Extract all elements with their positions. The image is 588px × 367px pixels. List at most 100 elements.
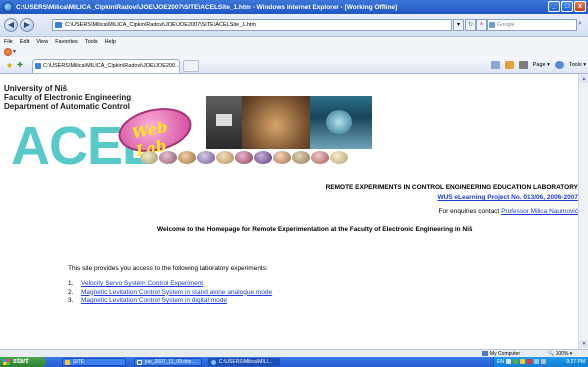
scroll-up-icon[interactable]: ▲ [580, 75, 588, 83]
clock: 9:27 PM [566, 359, 585, 365]
home-icon[interactable] [490, 61, 500, 69]
university-name: University of Niš [4, 84, 68, 93]
welcome-heading: Welcome to the Homepage for Remote Exper… [157, 226, 473, 233]
stone-image [140, 150, 158, 164]
experiment-link-velocity-servo[interactable]: Velocity Servo System Control Experiment [81, 280, 203, 287]
toolbar-addon-icon[interactable] [4, 48, 12, 56]
system-tray: EN 9:27 PM [493, 357, 588, 367]
feeds-icon[interactable] [504, 61, 514, 69]
close-button[interactable]: x [574, 1, 586, 12]
forward-button[interactable]: ▶ [20, 18, 34, 32]
taskbar-item-label: C:\USERS\Milica\MILI... [219, 359, 273, 365]
stone-image [216, 150, 234, 164]
menu-view[interactable]: View [36, 39, 48, 45]
stone-image [197, 150, 215, 164]
minimize-button[interactable]: _ [548, 1, 560, 12]
search-button[interactable]: ⌕ [578, 19, 588, 31]
menu-file[interactable]: File [4, 39, 13, 45]
chevron-down-icon: ▾ [456, 22, 460, 28]
experiment-link-maglev-digital[interactable]: Magnetic Levitation Control System in di… [81, 297, 227, 304]
refresh-button[interactable]: ↻ [465, 19, 476, 31]
folder-icon [65, 360, 70, 365]
taskbar-item-ie[interactable]: C:\USERS\Milica\MILI... [208, 358, 280, 366]
lab-photo-equipment [206, 96, 242, 149]
page-content: University of Niš Faculty of Electronic … [0, 74, 578, 349]
print-icon[interactable] [518, 61, 528, 69]
forward-arrow-icon: ▶ [23, 20, 31, 29]
taskbar-item-word-doc[interactable]: joe_2007_11_09.doc... [134, 358, 202, 366]
page-icon [35, 63, 41, 69]
wus-project-link[interactable]: WUS eLearning Project No. 013/06, 2006-2… [437, 194, 578, 201]
menu-tools[interactable]: Tools [85, 39, 98, 45]
back-button[interactable]: ◀ [4, 18, 18, 32]
lab-photo-motor [310, 96, 372, 149]
professor-contact-link[interactable]: Professor Milica Naumović [501, 208, 578, 215]
list-item: 1. Velocity Servo System Control Experime… [68, 280, 272, 289]
taskbar-item-site[interactable]: SITE [62, 358, 126, 366]
experiment-link-maglev-analogue[interactable]: Magnetic Levitation Control System in st… [81, 289, 272, 296]
experiment-list: 1. Velocity Servo System Control Experime… [68, 280, 272, 306]
stone-image [311, 150, 329, 164]
start-button[interactable]: start [0, 357, 46, 367]
command-bar: Page ▾ Tools ▾ [490, 61, 586, 69]
internet-explorer-icon [211, 360, 216, 365]
favorites-star-icon[interactable]: ★ [6, 61, 13, 70]
tray-icon[interactable] [506, 359, 511, 364]
tray-icon[interactable] [513, 359, 518, 364]
tray-icon[interactable] [527, 359, 532, 364]
search-icon: ⌕ [578, 20, 582, 27]
window-title-bar[interactable]: C:\USERS\Milica\MILICA_Cipkin\Radovi\JOE… [0, 0, 588, 14]
tools-menu-button[interactable]: Tools ▾ [569, 62, 586, 68]
stone-image [330, 150, 348, 164]
list-number: 1. [68, 280, 74, 287]
list-item: 3. Magnetic Levitation Control System in … [68, 297, 272, 306]
scroll-down-icon[interactable]: ▼ [580, 340, 588, 348]
department-name: Department of Automatic Control [4, 102, 130, 111]
status-bar: My Computer 🔍 100% ▾ [0, 349, 588, 357]
address-url: C:\USERS\Milica\MILICA_Cipkin\Radovi\JOE… [65, 22, 257, 28]
tray-icon[interactable] [534, 359, 539, 364]
volume-icon[interactable] [541, 359, 546, 364]
language-indicator[interactable]: EN [497, 357, 504, 367]
lab-photo-board [242, 96, 310, 149]
page-icon [55, 22, 62, 28]
taskbar: start SITE joe_2007_11_09.doc... C:\USER… [0, 357, 588, 367]
window-controls: _ □ x [548, 1, 586, 12]
list-item: 2. Magnetic Levitation Control System in … [68, 289, 272, 298]
stone-image [254, 150, 272, 164]
search-input[interactable]: Google [487, 19, 577, 31]
add-favorite-icon[interactable]: ✚ [17, 61, 23, 69]
stop-button[interactable]: × [476, 19, 487, 31]
enquiries-line: For enquiries contact Professor Milica N… [439, 208, 578, 215]
stone-image [273, 150, 291, 164]
menu-help[interactable]: Help [105, 39, 116, 45]
page-menu-button[interactable]: Page ▾ [533, 62, 550, 68]
enquiries-text: For enquiries contact [438, 208, 502, 215]
computer-icon [482, 351, 488, 357]
maximize-button[interactable]: □ [561, 1, 573, 12]
address-input[interactable]: C:\USERS\Milica\MILICA_Cipkin\Radovi\JOE… [52, 19, 452, 31]
window-title: C:\USERS\Milica\MILICA_Cipkin\Radovi\JOE… [16, 3, 398, 11]
stone-image [292, 150, 310, 164]
vertical-scrollbar[interactable]: ▲ ▼ [578, 74, 588, 349]
start-label: start [13, 358, 29, 365]
search-placeholder: Google [497, 22, 515, 28]
university-heading: University of Niš Faculty of Electronic … [4, 84, 131, 111]
menu-favorites[interactable]: Favorites [55, 39, 78, 45]
chevron-down-icon[interactable]: ▾ [13, 48, 16, 55]
tab-label: C:\USERS\Milica\MILICA_Cipkin\Radovi\JOE… [43, 63, 180, 69]
intro-text: This site provides you access to the fol… [68, 265, 268, 272]
lab-title: REMOTE EXPERIMENTS IN CONTROL ENGINEERIN… [325, 184, 578, 191]
tools-gear-icon [554, 61, 564, 69]
address-dropdown-button[interactable]: ▾ [453, 19, 464, 31]
tray-icon[interactable] [520, 359, 525, 364]
stone-image [159, 150, 177, 164]
addon-toolbar: ▾ [0, 47, 588, 57]
stone-image [178, 150, 196, 164]
tab-acel-site[interactable]: C:\USERS\Milica\MILICA_Cipkin\Radovi\JOE… [32, 59, 180, 73]
list-number: 2. [68, 288, 74, 296]
new-tab-button[interactable] [183, 60, 199, 72]
menu-edit[interactable]: Edit [20, 39, 29, 45]
lab-photos [206, 96, 372, 149]
search-provider-icon [489, 22, 495, 28]
